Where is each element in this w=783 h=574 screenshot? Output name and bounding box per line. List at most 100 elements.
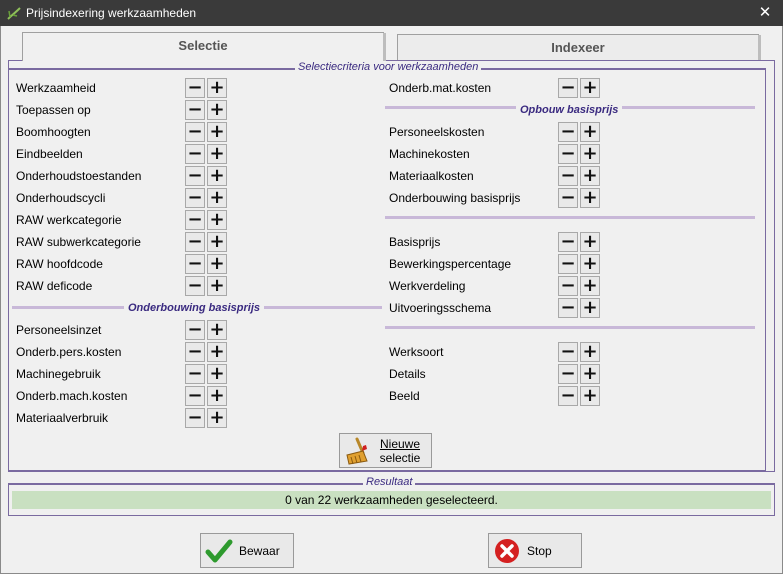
plus-button[interactable]: + [207, 144, 227, 164]
plus-button[interactable]: + [207, 254, 227, 274]
plus-button[interactable]: + [207, 166, 227, 186]
right-divider-3 [385, 326, 755, 329]
plus-button[interactable]: + [207, 232, 227, 252]
plus-button[interactable]: + [207, 364, 227, 384]
minus-button[interactable]: − [558, 298, 578, 318]
criteria-label: Onderb.mach.kosten [16, 389, 128, 403]
minus-button[interactable]: − [558, 166, 578, 186]
criteria-label: Basisprijs [389, 235, 441, 249]
plus-button[interactable]: + [580, 232, 600, 252]
criteria-label: Werkzaamheid [16, 81, 96, 95]
plus-button[interactable]: + [580, 386, 600, 406]
right-divider-2 [385, 216, 755, 219]
minus-button[interactable]: − [558, 78, 578, 98]
result-text: 0 van 22 werkzaamheden geselecteerd. [12, 491, 771, 509]
plus-button[interactable]: + [580, 276, 600, 296]
criteria-label: RAW hoofdcode [16, 257, 103, 271]
plus-button[interactable]: + [207, 408, 227, 428]
plus-button[interactable]: + [207, 122, 227, 142]
criteria-label: Bewerkingspercentage [389, 257, 512, 271]
criteria-label: Materiaalverbruik [16, 411, 109, 425]
criteria-label: RAW deficode [16, 279, 93, 293]
criteria-label: RAW werkcategorie [16, 213, 122, 227]
minus-button[interactable]: − [185, 386, 205, 406]
tab-selectie[interactable]: Selectie [22, 32, 386, 61]
close-button[interactable]: ✕ [747, 0, 783, 26]
result-title: Resultaat [363, 476, 416, 488]
right-section-title: Opbouw basisprijs [516, 104, 623, 116]
criteria-label: Onderb.pers.kosten [16, 345, 122, 359]
criteria-label: Personeelsinzet [16, 323, 102, 337]
minus-button[interactable]: − [558, 232, 578, 252]
plus-button[interactable]: + [580, 254, 600, 274]
criteria-label: Onderb.mat.kosten [389, 81, 492, 95]
tab-selectie-label: Selectie [178, 38, 228, 53]
plus-button[interactable]: + [207, 78, 227, 98]
new-selection-button[interactable]: Nieuwe selectie [339, 433, 432, 468]
minus-button[interactable]: − [558, 144, 578, 164]
new-selection-label-1: Nieuwe [379, 437, 421, 451]
minus-button[interactable]: − [558, 364, 578, 384]
minus-button[interactable]: − [185, 364, 205, 384]
plus-button[interactable]: + [207, 342, 227, 362]
criteria-label: Onderhoudscycli [16, 191, 106, 205]
plus-button[interactable]: + [580, 298, 600, 318]
minus-button[interactable]: − [185, 232, 205, 252]
minus-button[interactable]: − [185, 342, 205, 362]
selection-criteria-group [8, 68, 766, 471]
stop-button-label: Stop [527, 544, 552, 558]
minus-button[interactable]: − [185, 78, 205, 98]
criteria-label: Personeelskosten [389, 125, 485, 139]
plus-button[interactable]: + [207, 210, 227, 230]
minus-button[interactable]: − [185, 166, 205, 186]
minus-button[interactable]: − [185, 188, 205, 208]
window-title: Prijsindexering werkzaamheden [26, 6, 197, 20]
criteria-label: Machinegebruik [16, 367, 101, 381]
minus-button[interactable]: − [558, 276, 578, 296]
stop-button[interactable]: Stop [488, 533, 582, 568]
plus-button[interactable]: + [580, 342, 600, 362]
minus-button[interactable]: − [185, 210, 205, 230]
criteria-label: Beeld [389, 389, 420, 403]
tab-indexeer-label: Indexeer [551, 40, 605, 55]
minus-button[interactable]: − [558, 188, 578, 208]
new-selection-label-2: selectie [379, 451, 421, 465]
minus-button[interactable]: − [185, 122, 205, 142]
stop-icon [495, 539, 519, 563]
save-button-label: Bewaar [239, 544, 280, 558]
save-button[interactable]: Bewaar [200, 533, 294, 568]
plus-button[interactable]: + [207, 188, 227, 208]
criteria-label: Materiaalkosten [389, 169, 474, 183]
plus-button[interactable]: + [580, 144, 600, 164]
title-bar: Prijsindexering werkzaamheden ✕ [0, 0, 783, 26]
criteria-label: Details [389, 367, 426, 381]
minus-button[interactable]: − [558, 386, 578, 406]
minus-button[interactable]: − [558, 122, 578, 142]
plus-button[interactable]: + [580, 364, 600, 384]
tab-indexeer[interactable]: Indexeer [397, 34, 761, 60]
criteria-label: Toepassen op [16, 103, 91, 117]
minus-button[interactable]: − [185, 254, 205, 274]
criteria-label: Werkverdeling [389, 279, 466, 293]
minus-button[interactable]: − [185, 408, 205, 428]
plus-button[interactable]: + [207, 386, 227, 406]
minus-button[interactable]: − [185, 144, 205, 164]
criteria-label: Onderbouwing basisprijs [389, 191, 521, 205]
selection-criteria-title: Selectiecriteria voor werkzaamheden [295, 61, 482, 73]
plus-button[interactable]: + [207, 276, 227, 296]
minus-button[interactable]: − [185, 320, 205, 340]
minus-button[interactable]: − [558, 254, 578, 274]
broom-icon [346, 437, 368, 465]
criteria-label: RAW subwerkcategorie [16, 235, 141, 249]
plus-button[interactable]: + [207, 100, 227, 120]
plus-button[interactable]: + [207, 320, 227, 340]
left-section-title: Onderbouwing basisprijs [124, 302, 265, 314]
minus-button[interactable]: − [185, 100, 205, 120]
minus-button[interactable]: − [558, 342, 578, 362]
plus-button[interactable]: + [580, 166, 600, 186]
plus-button[interactable]: + [580, 122, 600, 142]
criteria-label: Werksoort [389, 345, 444, 359]
minus-button[interactable]: − [185, 276, 205, 296]
plus-button[interactable]: + [580, 188, 600, 208]
plus-button[interactable]: + [580, 78, 600, 98]
